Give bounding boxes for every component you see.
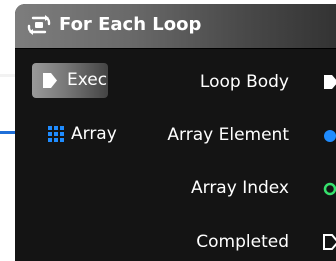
hollow-exec-output-icon[interactable]: [322, 233, 336, 251]
node-title: For Each Loop: [59, 14, 202, 35]
exec-input-pin[interactable]: Exec: [32, 63, 108, 98]
array-input-label: Array: [71, 124, 117, 144]
exec-output-icon[interactable]: [322, 73, 336, 91]
filled-blue-pin-icon[interactable]: [322, 127, 336, 145]
hollow-green-pin-icon[interactable]: [322, 180, 336, 198]
exec-input-icon: [43, 73, 57, 88]
node-header[interactable]: For Each Loop: [15, 4, 336, 49]
array-grid-icon[interactable]: [48, 126, 64, 142]
blueprint-canvas: For Each Loop Exec Array Loop Body Array…: [0, 0, 336, 261]
loop-body-label: Loop Body: [199, 72, 289, 92]
for-each-loop-node[interactable]: For Each Loop Exec Array Loop Body Array…: [15, 4, 336, 261]
array-element-label: Array Element: [167, 125, 289, 145]
array-index-label: Array Index: [191, 178, 289, 198]
completed-label: Completed: [196, 232, 289, 252]
exec-input-label: Exec: [67, 70, 108, 90]
loop-icon: [27, 15, 51, 35]
